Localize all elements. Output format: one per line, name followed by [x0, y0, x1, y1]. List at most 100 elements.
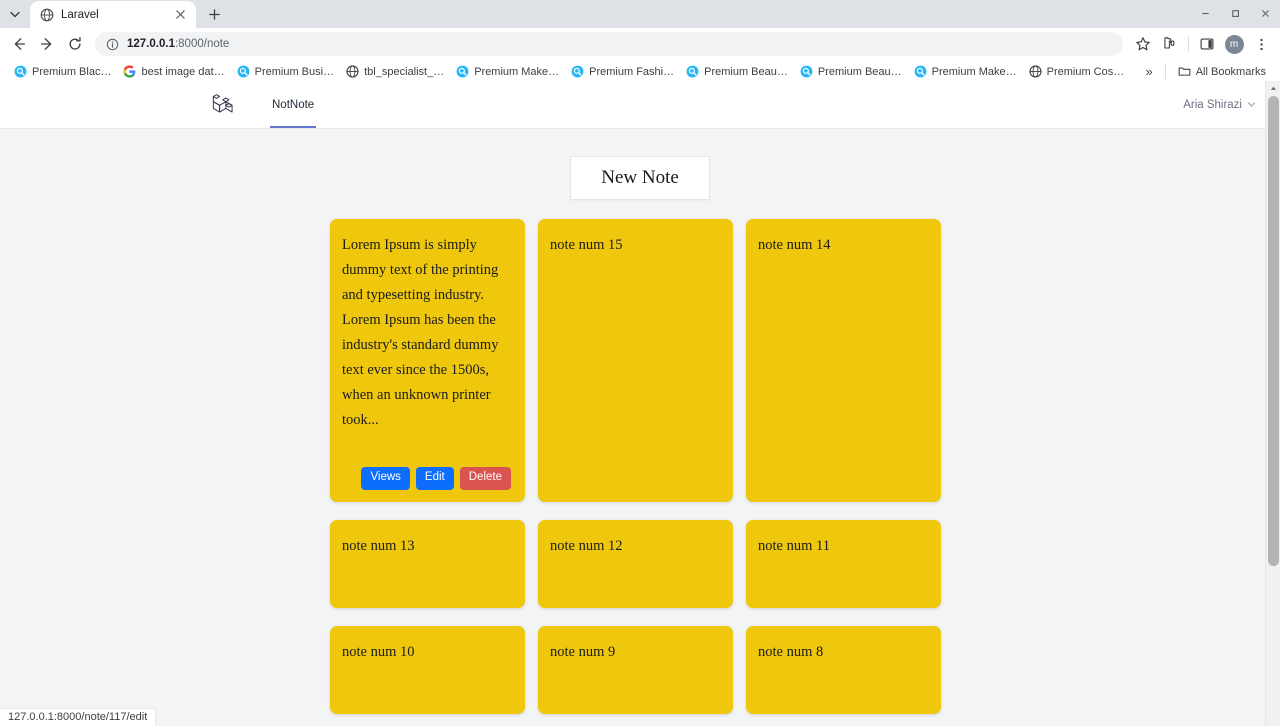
bookmark-label: Premium Make… [474, 65, 560, 78]
bookmark-item[interactable]: Premium Busi… [231, 63, 340, 80]
maximize-button[interactable] [1220, 0, 1250, 26]
url-text: 127.0.0.1:8000/note [127, 38, 229, 50]
delete-button[interactable]: Delete [459, 467, 511, 490]
bookmark-label: Premium Cos… [1046, 65, 1125, 78]
bookmark-label: Premium Beau… [704, 65, 788, 78]
toolbar-right-group: m [1130, 31, 1274, 57]
new-note-button[interactable]: New Note [570, 156, 710, 200]
bookmark-item[interactable]: tbl_specialist_… [340, 63, 450, 80]
bookmark-item[interactable]: Premium Make… [908, 63, 1023, 80]
minimize-button[interactable] [1190, 0, 1220, 26]
url-path: /note [203, 38, 230, 50]
brand-logo-link[interactable] [210, 81, 237, 128]
page-viewport: NotNote Aria Shirazi New Note Lorem Ipsu… [0, 81, 1280, 726]
bookmark-item[interactable]: Premium Blac… [8, 63, 117, 80]
globe-icon [40, 8, 54, 21]
bookmarks-divider [1164, 64, 1166, 79]
bookmarks-overflow-button[interactable]: » [1139, 64, 1158, 79]
back-button[interactable] [6, 31, 32, 57]
edit-button[interactable]: Edit [415, 467, 454, 490]
tab-strip: Laravel [0, 0, 1280, 28]
browser-menu-icon[interactable] [1248, 31, 1274, 57]
bookmark-label: Premium Busi… [254, 65, 335, 78]
window-controls [1190, 0, 1280, 28]
bookmark-label: Premium Make… [931, 65, 1017, 78]
tab-close-icon[interactable] [173, 7, 188, 22]
bookmark-item[interactable]: Premium Beau… [794, 63, 908, 80]
views-button[interactable]: Views [361, 467, 410, 490]
new-tab-button[interactable] [201, 1, 227, 27]
url-host: 127.0.0.1 [127, 38, 175, 50]
nav-link-label: NotNote [272, 98, 315, 111]
bookmark-item[interactable]: Premium Make… [450, 63, 565, 80]
profile-avatar[interactable]: m [1221, 31, 1247, 57]
note-card[interactable]: note num 12 [538, 520, 733, 608]
forward-button[interactable] [34, 31, 60, 57]
google-g-icon [123, 65, 136, 78]
notes-grid: Lorem Ipsum is simply dummy text of the … [330, 219, 950, 726]
reload-button[interactable] [62, 31, 88, 57]
note-text: note num 12 [550, 538, 623, 554]
status-bubble: 127.0.0.1:8000/note/117/edit [0, 708, 157, 726]
toolbar-divider [1188, 36, 1189, 52]
browser-window: Laravel 127.0.0.1:8000/note m Premium Bl… [0, 0, 1280, 726]
globe-icon [1029, 65, 1042, 78]
search-blue-icon [14, 65, 27, 78]
side-panel-icon[interactable] [1194, 31, 1220, 57]
profile-initial: m [1224, 34, 1244, 54]
new-note-wrapper: New Note [0, 156, 1280, 200]
note-card[interactable]: note num 8 [746, 626, 941, 714]
note-text: note num 13 [342, 538, 415, 554]
scrollbar-thumb[interactable] [1268, 96, 1279, 566]
scrollbar-up-arrow[interactable] [1266, 81, 1280, 96]
search-blue-icon [800, 65, 813, 78]
search-blue-icon [914, 65, 927, 78]
search-blue-icon [686, 65, 699, 78]
bookmark-item[interactable]: best image dat… [117, 63, 230, 80]
address-bar[interactable]: 127.0.0.1:8000/note [95, 32, 1123, 56]
note-card[interactable]: Lorem Ipsum is simply dummy text of the … [330, 219, 525, 502]
user-menu-button[interactable]: Aria Shirazi [1183, 81, 1256, 128]
note-card[interactable]: note num 15 [538, 219, 733, 502]
page-content: New Note Lorem Ipsum is simply dummy tex… [0, 129, 1280, 726]
note-card[interactable]: note num 9 [538, 626, 733, 714]
bookmarks-overflow-group: » All Bookmarks [1139, 63, 1272, 80]
tab-title: Laravel [61, 8, 99, 21]
note-text: note num 14 [758, 237, 831, 253]
note-text: note num 15 [550, 237, 623, 253]
bookmark-item[interactable]: Premium Fashi… [565, 63, 680, 80]
note-text: note num 11 [758, 538, 830, 554]
plus-icon [208, 8, 220, 20]
all-bookmarks-label: All Bookmarks [1195, 65, 1266, 78]
note-text: Lorem Ipsum is simply dummy text of the … [342, 237, 499, 428]
laravel-logo [212, 94, 233, 113]
sidebar-item-notnote[interactable]: NotNote [270, 81, 317, 128]
all-bookmarks-button[interactable]: All Bookmarks [1172, 63, 1272, 80]
note-text: note num 10 [342, 644, 415, 660]
note-card[interactable]: note num 10 [330, 626, 525, 714]
bookmark-label: Premium Blac… [32, 65, 112, 78]
chevron-down-icon [10, 11, 20, 18]
bookmark-label: best image dat… [141, 65, 225, 78]
note-card[interactable]: note num 14 [746, 219, 941, 502]
app-navbar: NotNote Aria Shirazi [0, 81, 1280, 129]
extensions-icon[interactable] [1157, 31, 1183, 57]
tab-search-button[interactable] [2, 1, 28, 27]
bookmark-item[interactable]: Premium Beau… [680, 63, 794, 80]
chevron-down-icon [1247, 102, 1256, 107]
close-window-button[interactable] [1250, 0, 1280, 26]
browser-tab[interactable]: Laravel [30, 1, 196, 28]
page-scrollbar[interactable] [1265, 81, 1280, 726]
note-card[interactable]: note num 11 [746, 520, 941, 608]
search-blue-icon [237, 65, 250, 78]
site-info-icon[interactable] [106, 38, 119, 51]
note-card[interactable]: note num 13 [330, 520, 525, 608]
note-text: note num 8 [758, 644, 824, 660]
globe-icon [346, 65, 359, 78]
bookmark-star-icon[interactable] [1130, 31, 1156, 57]
note-text: note num 9 [550, 644, 616, 660]
search-blue-icon [456, 65, 469, 78]
nav-links: NotNote [270, 81, 317, 128]
bookmark-label: Premium Fashi… [589, 65, 675, 78]
bookmark-item[interactable]: Premium Cos… [1023, 63, 1131, 80]
